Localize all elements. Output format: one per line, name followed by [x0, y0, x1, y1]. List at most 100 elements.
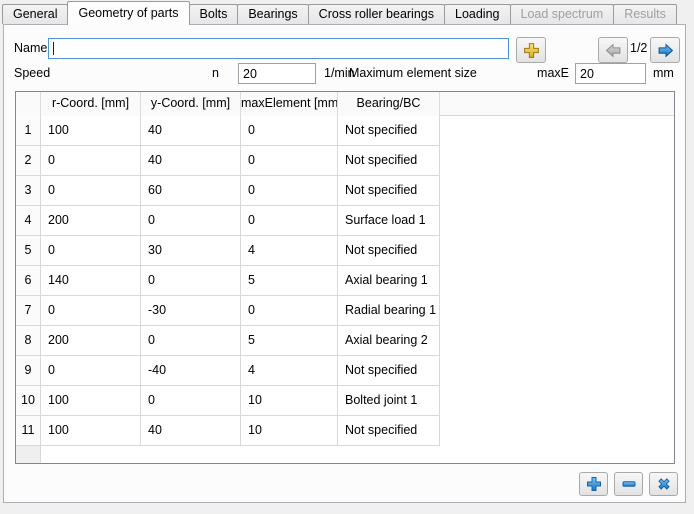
cell-row-number: 4: [16, 206, 41, 236]
cell-max-element[interactable]: 0: [241, 296, 338, 326]
cell-bearing-bc[interactable]: Surface load 1: [338, 206, 440, 236]
cell-y-coord[interactable]: 30: [141, 236, 241, 266]
speed-input[interactable]: [238, 63, 316, 84]
cell-y-coord[interactable]: 0: [141, 386, 241, 416]
cell-y-coord[interactable]: 40: [141, 146, 241, 176]
cell-y-coord[interactable]: 60: [141, 176, 241, 206]
max-element-symbol: maxE: [524, 65, 569, 81]
cell-bearing-bc[interactable]: Not specified: [338, 176, 440, 206]
cell-r-coord[interactable]: 0: [41, 296, 141, 326]
cell-r-coord[interactable]: 200: [41, 326, 141, 356]
tab-general[interactable]: General: [2, 4, 68, 24]
cell-r-coord[interactable]: 100: [41, 416, 141, 446]
cell-row-number: 6: [16, 266, 41, 296]
tab-geometry-of-parts[interactable]: Geometry of parts: [67, 1, 189, 25]
cell-r-coord[interactable]: 100: [41, 116, 141, 146]
column-header: r-Coord. [mm]: [41, 92, 141, 116]
table-row: 1 100 40 0 Not specified: [16, 116, 674, 146]
tab-bolts[interactable]: Bolts: [189, 4, 239, 24]
tab-cross-roller-bearings[interactable]: Cross roller bearings: [308, 4, 445, 24]
cell-max-element[interactable]: 5: [241, 326, 338, 356]
name-label: Name: [14, 40, 47, 56]
tab-results: Results: [613, 4, 677, 24]
column-header: maxElement [mm]: [241, 92, 338, 116]
add-name-button[interactable]: [516, 37, 546, 63]
column-header: Bearing/BC: [338, 92, 440, 116]
remove-row-button[interactable]: [614, 472, 643, 496]
tab-bar: GeneralGeometry of partsBoltsBearingsCro…: [2, 0, 676, 25]
tab-loading[interactable]: Loading: [444, 4, 511, 24]
name-input[interactable]: [48, 38, 509, 59]
cell-y-coord[interactable]: 0: [141, 206, 241, 236]
cell-row-number: 9: [16, 356, 41, 386]
max-element-size-label: Maximum element size: [349, 65, 477, 81]
table-row: 5 0 30 4 Not specified: [16, 236, 674, 266]
cell-bearing-bc[interactable]: Not specified: [338, 416, 440, 446]
cell-max-element[interactable]: 0: [241, 116, 338, 146]
cell-max-element[interactable]: 10: [241, 386, 338, 416]
cell-max-element[interactable]: 10: [241, 416, 338, 446]
speed-label: Speed: [14, 65, 50, 81]
cell-r-coord[interactable]: 0: [41, 356, 141, 386]
table-header-row: r-Coord. [mm]y-Coord. [mm]maxElement [mm…: [16, 92, 674, 116]
clear-rows-button[interactable]: [649, 472, 678, 496]
cell-r-coord[interactable]: 140: [41, 266, 141, 296]
cell-max-element[interactable]: 0: [241, 146, 338, 176]
cell-row-number: 1: [16, 116, 41, 146]
next-page-button[interactable]: [650, 37, 680, 63]
cell-max-element[interactable]: 4: [241, 236, 338, 266]
table-row: 4 200 0 0 Surface load 1: [16, 206, 674, 236]
table-row: 3 0 60 0 Not specified: [16, 176, 674, 206]
application-window: GeneralGeometry of partsBoltsBearingsCro…: [0, 0, 694, 514]
cell-max-element[interactable]: 4: [241, 356, 338, 386]
table-body: 1 100 40 0 Not specified 2 0 40 0 Not sp…: [16, 116, 674, 446]
tab-pane: Name: [3, 24, 686, 503]
page-indicator: 1/2: [630, 40, 647, 56]
cell-r-coord[interactable]: 0: [41, 146, 141, 176]
arrow-right-icon: [657, 42, 674, 59]
table-row: 11 100 40 10 Not specified: [16, 416, 674, 446]
speed-symbol: n: [199, 65, 219, 81]
cell-row-number: 3: [16, 176, 41, 206]
text-cursor: [53, 42, 54, 55]
arrow-left-icon: [605, 42, 622, 59]
parts-table: r-Coord. [mm]y-Coord. [mm]maxElement [mm…: [15, 91, 675, 464]
add-row-button[interactable]: [579, 472, 608, 496]
cell-r-coord[interactable]: 200: [41, 206, 141, 236]
cell-bearing-bc[interactable]: Axial bearing 2: [338, 326, 440, 356]
cell-bearing-bc[interactable]: Not specified: [338, 236, 440, 266]
cell-bearing-bc[interactable]: Bolted joint 1: [338, 386, 440, 416]
cross-icon: [656, 476, 672, 492]
cell-max-element[interactable]: 0: [241, 206, 338, 236]
cell-y-coord[interactable]: 0: [141, 266, 241, 296]
cell-bearing-bc[interactable]: Not specified: [338, 356, 440, 386]
table-row: 9 0 -40 4 Not specified: [16, 356, 674, 386]
cell-y-coord[interactable]: -30: [141, 296, 241, 326]
table-row: 8 200 0 5 Axial bearing 2: [16, 326, 674, 356]
plus-icon: [586, 476, 602, 492]
cell-max-element[interactable]: 5: [241, 266, 338, 296]
prev-page-button[interactable]: [598, 37, 628, 63]
cell-r-coord[interactable]: 0: [41, 176, 141, 206]
cell-r-coord[interactable]: 0: [41, 236, 141, 266]
plus-icon: [523, 42, 540, 59]
cell-r-coord[interactable]: 100: [41, 386, 141, 416]
cell-max-element[interactable]: 0: [241, 176, 338, 206]
table-row: 7 0 -30 0 Radial bearing 1: [16, 296, 674, 326]
table-row: 2 0 40 0 Not specified: [16, 146, 674, 176]
max-element-unit: mm: [653, 65, 674, 81]
max-element-size-input[interactable]: [575, 63, 646, 84]
cell-row-number: 11: [16, 416, 41, 446]
cell-row-number: 8: [16, 326, 41, 356]
cell-y-coord[interactable]: -40: [141, 356, 241, 386]
table-row: 6 140 0 5 Axial bearing 1: [16, 266, 674, 296]
cell-y-coord[interactable]: 40: [141, 416, 241, 446]
cell-bearing-bc[interactable]: Not specified: [338, 116, 440, 146]
cell-bearing-bc[interactable]: Radial bearing 1: [338, 296, 440, 326]
cell-y-coord[interactable]: 0: [141, 326, 241, 356]
cell-bearing-bc[interactable]: Not specified: [338, 146, 440, 176]
cell-y-coord[interactable]: 40: [141, 116, 241, 146]
cell-row-number: 7: [16, 296, 41, 326]
tab-bearings[interactable]: Bearings: [237, 4, 308, 24]
cell-bearing-bc[interactable]: Axial bearing 1: [338, 266, 440, 296]
